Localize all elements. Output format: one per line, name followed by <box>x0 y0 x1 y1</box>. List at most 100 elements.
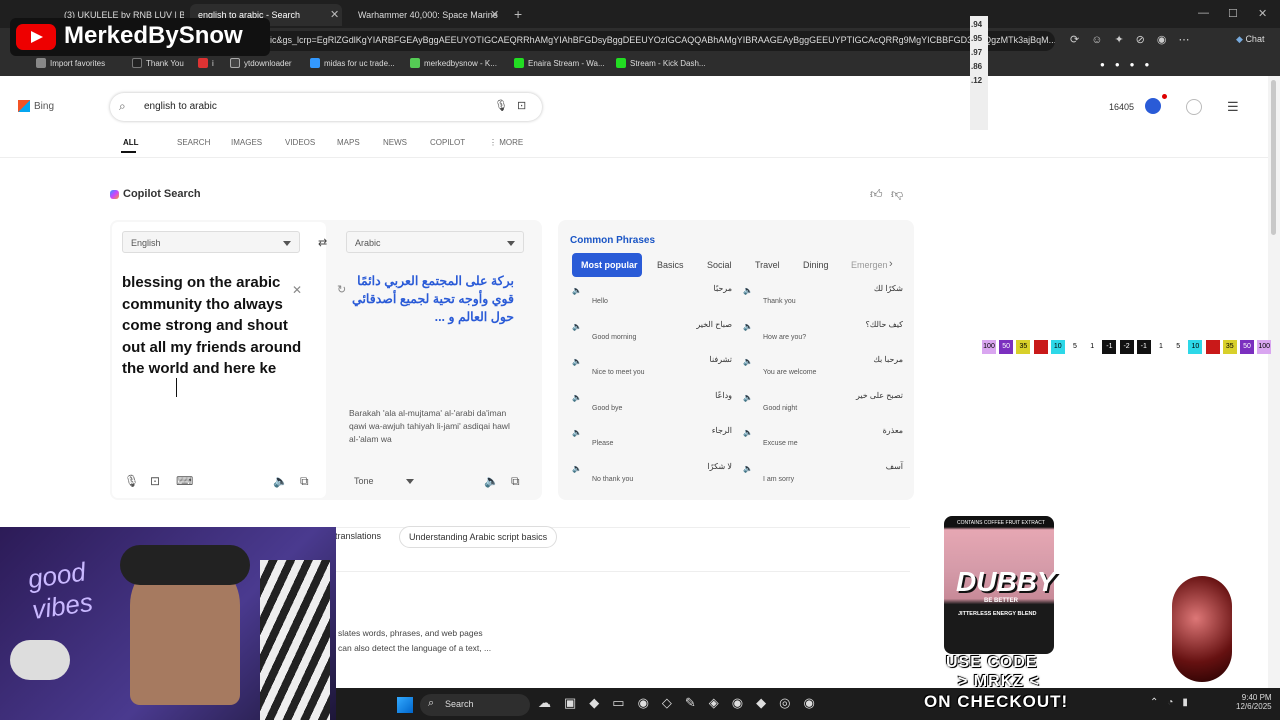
phrase-english: Good bye <box>592 404 623 412</box>
speaker-icon[interactable]: 🔈 <box>572 286 582 295</box>
can-top-text: CONTAINS COFFEE FRUIT EXTRACT <box>957 520 1045 526</box>
overlay-badge: 10 <box>1188 340 1203 354</box>
speaker-icon[interactable]: 🔈 <box>743 357 753 366</box>
can-brand: DUBBY <box>956 566 1056 597</box>
speaker-icon[interactable]: 🔈 <box>743 322 753 331</box>
overlay-badge: 1 <box>1085 340 1100 354</box>
transliteration: Barakah 'ala al-mujtama' al-'arabi da'im… <box>349 408 510 444</box>
fav-kick[interactable]: Stream - Kick Dash... <box>616 58 706 68</box>
phrase-english: Good morning <box>592 333 637 341</box>
tab-images[interactable]: IMAGES <box>231 138 262 147</box>
phrase-arabic: لا شكرًا <box>707 461 732 471</box>
maximize-icon[interactable]: ☐ <box>1228 7 1238 20</box>
microphone-icon[interactable]: 🎙 <box>124 474 139 488</box>
tab-all[interactable]: ALL <box>123 138 139 147</box>
speaker-icon[interactable]: 🔈 <box>572 428 582 437</box>
tab-dining[interactable]: Dining <box>803 260 829 270</box>
phrase-arabic: مرحبا بك <box>873 355 903 364</box>
tab-basics[interactable]: Basics <box>657 260 684 270</box>
phrase-arabic: معذرة <box>882 426 903 435</box>
bing-logo[interactable]: Bing <box>34 101 54 112</box>
speaker-icon[interactable]: 🔈 <box>484 474 499 488</box>
chevron-right-icon[interactable]: › <box>889 258 893 270</box>
tab-travel[interactable]: Travel <box>755 260 780 270</box>
tab-search[interactable]: SEARCH <box>177 138 210 147</box>
speaker-icon[interactable]: 🔈 <box>572 322 582 331</box>
chat-button[interactable]: ◆ Chat <box>1236 34 1264 45</box>
fav-thank-you[interactable]: Thank You <box>132 58 184 68</box>
fav-enaira[interactable]: Enaira Stream - Wa... <box>514 58 605 68</box>
promo-line-3: ON CHECKOUT! <box>924 692 1069 711</box>
taskbar-search[interactable] <box>420 694 530 716</box>
phrase-arabic: صباح الخير <box>696 319 732 329</box>
microphone-icon[interactable]: 🎙 <box>494 99 508 112</box>
profile-icon[interactable] <box>1186 99 1202 115</box>
speaker-icon[interactable]: 🔈 <box>743 393 753 402</box>
fav-ytdownloader[interactable]: ytdownloader <box>230 58 292 68</box>
fav-midas[interactable]: midas for uc trade... <box>310 58 395 68</box>
tab-social[interactable]: Social <box>707 260 732 270</box>
windows-start-icon[interactable] <box>397 697 413 713</box>
overlay-badge: 50 <box>999 340 1014 354</box>
search-input[interactable]: english to arabic <box>144 101 217 112</box>
system-tray-icons[interactable]: ⌃◔▮ <box>1150 697 1197 708</box>
target-language-select[interactable]: Arabic <box>346 231 524 253</box>
speaker-icon[interactable]: 🔈 <box>572 393 582 402</box>
clear-text-icon[interactable]: ✕ <box>292 283 302 297</box>
active-tab-indicator <box>121 151 136 153</box>
fav-import[interactable]: Import favorites <box>36 58 105 68</box>
window-close-icon[interactable]: ✕ <box>1258 7 1267 20</box>
taskbar-clock[interactable]: 9:40 PM 12/6/2025 <box>1236 693 1272 711</box>
minimize-icon[interactable]: — <box>1198 7 1209 19</box>
fav-merkedbysnow[interactable]: merkedbysnow - K... <box>410 58 497 68</box>
refresh-icon[interactable]: ↻ <box>337 283 346 296</box>
swap-languages-icon[interactable]: ⇄ <box>318 236 327 249</box>
tab-maps[interactable]: MAPS <box>337 138 360 147</box>
close-tab-icon[interactable]: ✕ <box>330 8 339 21</box>
can-subtitle: JITTERLESS ENERGY BLEND <box>958 611 1037 617</box>
speaker-icon[interactable]: 🔈 <box>743 286 753 295</box>
speaker-icon[interactable]: 🔈 <box>572 464 582 473</box>
copy-icon[interactable]: ⧉ <box>511 474 520 489</box>
overlay-badge: 100 <box>1257 340 1272 354</box>
camera-translate-icon[interactable]: ⊡ <box>150 474 160 488</box>
source-language-select[interactable]: English <box>122 231 300 253</box>
phrase-english: Good night <box>763 404 798 412</box>
speaker-icon[interactable]: 🔈 <box>743 428 753 437</box>
chip-arabic-script[interactable]: Understanding Arabic script basics <box>399 526 558 548</box>
menu-icon[interactable]: ☰ <box>1227 99 1239 115</box>
visual-search-icon[interactable]: ⊡ <box>517 99 526 112</box>
tab-videos[interactable]: VIDEOS <box>285 138 315 147</box>
taskbar-app-icons[interactable]: ☁▣◆▭◉◇✎◈◉◆◎◉ <box>538 695 828 711</box>
browser-toolbar-icons[interactable]: ⟳☺✦⊘◉⋯ <box>1070 33 1201 46</box>
address-bar[interactable]: bic&gs_lcrp=EgRlZGdlKgYIARBFGEAyBggAEEUY… <box>255 31 1055 51</box>
rewards-points[interactable]: 16405 <box>1109 102 1134 112</box>
phrase-arabic: تشرفنا <box>709 355 732 364</box>
tab-warhammer[interactable]: Warhammer 40,000: Space Marine <box>350 4 500 26</box>
phrase-arabic: كيف حالك؟ <box>865 319 903 329</box>
fav-i[interactable]: i <box>198 58 214 68</box>
tab-copilot[interactable]: COPILOT <box>430 138 465 147</box>
overlay-badge: 35 <box>1016 340 1031 354</box>
copy-icon[interactable]: ⧉ <box>300 474 309 489</box>
speaker-icon[interactable]: 🔈 <box>743 464 753 473</box>
search-icon: ⌕ <box>428 697 435 709</box>
phrase-english: You are welcome <box>763 369 817 376</box>
thumbs-up-icon[interactable]: 👍︎ <box>870 187 883 202</box>
tab-news[interactable]: NEWS <box>383 138 407 147</box>
close-tab-icon[interactable]: ✕ <box>490 8 499 21</box>
overlay-badge: -2 <box>1119 340 1134 354</box>
taskbar-search-label: Search <box>445 699 474 709</box>
tab-emergency[interactable]: Emergen <box>851 260 888 270</box>
tone-select[interactable]: Tone <box>346 470 422 492</box>
speaker-icon[interactable]: 🔈 <box>273 474 288 488</box>
overlay-badge: -1 <box>1102 340 1117 354</box>
rewards-icon[interactable] <box>1145 98 1161 114</box>
new-tab-icon[interactable]: + <box>514 6 522 22</box>
speaker-icon[interactable]: 🔈 <box>572 357 582 366</box>
tab-more[interactable]: ⋮ MORE <box>489 138 523 147</box>
keyboard-icon[interactable]: ⌨ <box>176 474 193 488</box>
thumbs-down-icon[interactable]: 👎︎ <box>891 187 903 202</box>
scrollbar-thumb[interactable] <box>1271 80 1276 235</box>
source-text-input[interactable]: blessing on the arabic community tho alw… <box>122 272 302 380</box>
